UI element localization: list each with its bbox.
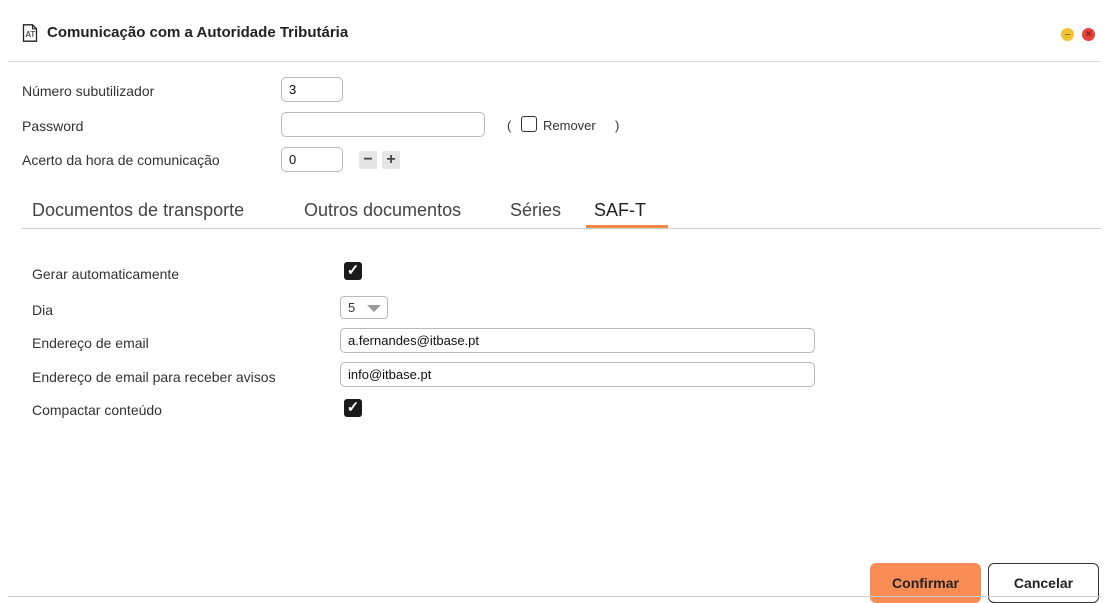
- minus-icon: −: [363, 151, 373, 168]
- close-icon: ×: [1085, 29, 1092, 40]
- remove-password-checkbox[interactable]: [521, 116, 537, 132]
- plus-icon: +: [386, 151, 396, 168]
- day-label: Dia: [32, 302, 54, 318]
- remove-close-paren: ): [615, 118, 620, 133]
- svg-text:AT: AT: [26, 30, 36, 39]
- time-offset-label: Acerto da hora de comunicação: [22, 152, 220, 168]
- subuser-label: Número subutilizador: [22, 83, 155, 99]
- dropdown-arrow-icon: [367, 305, 381, 312]
- check-icon: ✓: [346, 399, 360, 416]
- email-input[interactable]: [340, 328, 815, 353]
- document-icon: AT: [22, 24, 38, 42]
- minimize-button[interactable]: –: [1061, 28, 1074, 41]
- day-select-value: 5: [348, 300, 356, 315]
- compress-checkbox[interactable]: ✓: [344, 399, 362, 417]
- email-label: Endereço de email: [32, 335, 149, 351]
- tab-saft[interactable]: SAF-T: [594, 199, 646, 221]
- decrement-button[interactable]: −: [359, 151, 377, 169]
- title-divider: [8, 61, 1101, 62]
- minimize-icon: –: [1064, 29, 1071, 40]
- tab-other-documents[interactable]: Outros documentos: [304, 199, 461, 221]
- bottom-divider: [8, 596, 1101, 597]
- tab-transport-documents[interactable]: Documentos de transporte: [32, 199, 244, 221]
- check-icon: ✓: [346, 262, 360, 279]
- close-button[interactable]: ×: [1082, 28, 1095, 41]
- tabs-divider: [22, 228, 1101, 229]
- auto-generate-label: Gerar automaticamente: [32, 266, 180, 282]
- password-label: Password: [22, 118, 84, 134]
- title-bar: AT Comunicação com a Autoridade Tributár…: [0, 0, 1105, 62]
- day-select[interactable]: 5: [340, 296, 388, 319]
- compress-label: Compactar conteúdo: [32, 402, 162, 418]
- remove-label: Remover: [543, 118, 596, 133]
- time-offset-input[interactable]: [281, 147, 343, 172]
- confirm-button[interactable]: Confirmar: [870, 563, 981, 603]
- password-input[interactable]: [281, 112, 485, 137]
- notify-email-label: Endereço de email para receber avisos: [32, 369, 276, 385]
- increment-button[interactable]: +: [382, 151, 400, 169]
- notify-email-input[interactable]: [340, 362, 815, 387]
- remove-open-paren: (: [507, 118, 512, 133]
- subuser-input[interactable]: [281, 77, 343, 102]
- auto-generate-checkbox[interactable]: ✓: [344, 262, 362, 280]
- tab-series[interactable]: Séries: [510, 199, 561, 221]
- cancel-button[interactable]: Cancelar: [988, 563, 1099, 603]
- window-title: Comunicação com a Autoridade Tributária: [47, 24, 349, 41]
